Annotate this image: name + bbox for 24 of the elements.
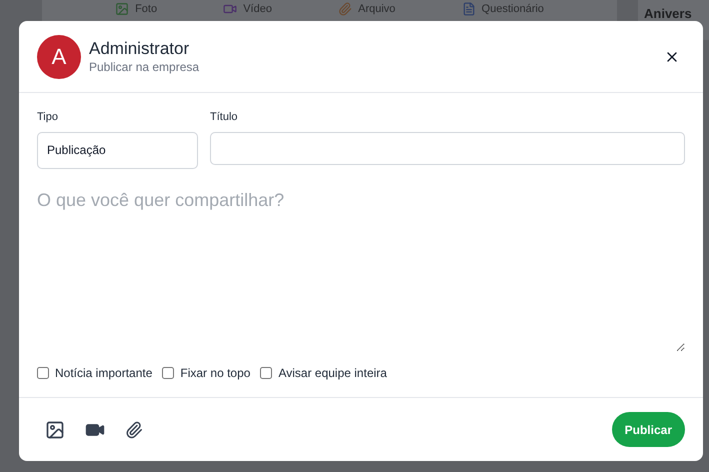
post-type-button[interactable]: Foto bbox=[115, 2, 158, 16]
add-image-button[interactable] bbox=[45, 420, 65, 440]
post-type-button[interactable]: Questionário bbox=[462, 2, 544, 16]
field-label: Título bbox=[210, 110, 239, 125]
author-name: Administrator bbox=[89, 38, 190, 58]
post-type-button[interactable]: Arquivo bbox=[338, 2, 396, 16]
option-label: Avisar equipe inteira bbox=[278, 364, 387, 382]
post-type-button[interactable]: Vídeo bbox=[223, 2, 272, 16]
title-input[interactable] bbox=[210, 132, 685, 164]
attach-file-button[interactable] bbox=[125, 420, 143, 438]
video-camera-icon bbox=[223, 2, 238, 16]
type-select[interactable]: Publicação bbox=[37, 132, 198, 168]
side-card-title: Anivers bbox=[644, 6, 692, 21]
image-icon bbox=[115, 2, 130, 16]
post-audience: Publicar na empresa bbox=[89, 58, 200, 74]
field-label: Tipo bbox=[37, 110, 59, 125]
paperclip-icon bbox=[338, 2, 352, 16]
avatar: A bbox=[37, 34, 81, 78]
publish-button[interactable]: Publicar bbox=[612, 412, 685, 447]
option-checkbox[interactable] bbox=[37, 366, 49, 378]
option-label: Fixar no topo bbox=[180, 364, 250, 382]
option-checkbox[interactable] bbox=[162, 366, 174, 378]
option-checkbox[interactable] bbox=[260, 366, 272, 378]
option-label: Notícia importante bbox=[55, 364, 152, 382]
